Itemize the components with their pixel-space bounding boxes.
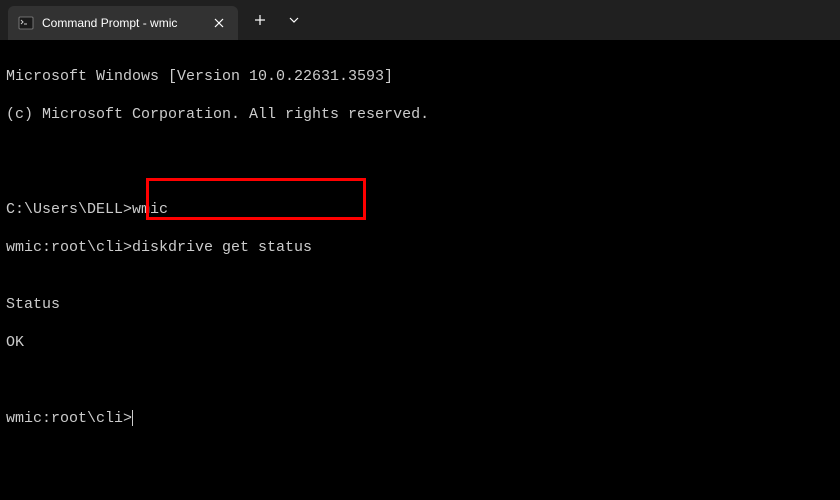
version-line: Microsoft Windows [Version 10.0.22631.35… [6, 67, 834, 86]
prompt-line-1: C:\Users\DELL>wmic [6, 200, 312, 219]
active-tab[interactable]: Command Prompt - wmic [8, 6, 238, 40]
titlebar-actions [244, 4, 310, 36]
prompt-3-prefix: wmic:root\cli> [6, 410, 132, 427]
tab-dropdown-button[interactable] [278, 4, 310, 36]
prompt-line-2: wmic:root\cli>diskdrive get status [6, 238, 312, 257]
titlebar: Command Prompt - wmic [0, 0, 840, 40]
prompt-2-command: diskdrive get status [132, 239, 312, 256]
output-header: Status [6, 295, 834, 314]
prompt-line-3: wmic:root\cli> [6, 409, 834, 428]
copyright-line: (c) Microsoft Corporation. All rights re… [6, 105, 834, 124]
close-tab-button[interactable] [210, 14, 228, 32]
tab-title: Command Prompt - wmic [42, 16, 202, 30]
terminal-output[interactable]: Microsoft Windows [Version 10.0.22631.35… [0, 40, 840, 455]
highlighted-commands: C:\Users\DELL>wmic wmic:root\cli>diskdri… [6, 181, 312, 295]
prompt-2-prefix: wmic:root\cli> [6, 239, 132, 256]
prompt-1-prefix: C:\Users\DELL> [6, 201, 132, 218]
prompt-1-command: wmic [132, 201, 168, 218]
terminal-icon [18, 15, 34, 31]
new-tab-button[interactable] [244, 4, 276, 36]
cursor [132, 410, 133, 426]
output-value: OK [6, 333, 834, 352]
